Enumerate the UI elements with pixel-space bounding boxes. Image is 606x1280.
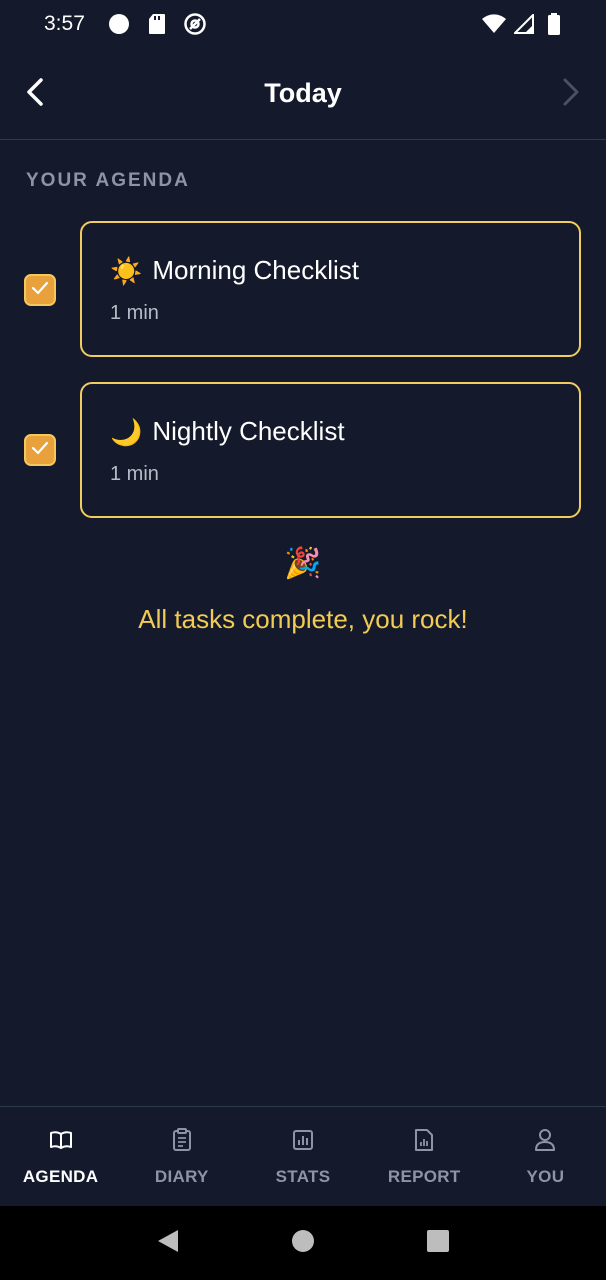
morning-checklist-card[interactable]: ☀️ Morning Checklist 1 min <box>80 221 581 357</box>
previous-day-button[interactable] <box>0 48 70 140</box>
nav-label: AGENDA <box>22 1167 99 1186</box>
nav-label: YOU <box>526 1167 565 1186</box>
app-header: Today <box>0 48 606 140</box>
nav-report[interactable]: REPORT <box>364 1107 485 1206</box>
card-duration: 1 min <box>110 463 159 485</box>
person-icon <box>532 1127 558 1153</box>
card-title: Morning Checklist <box>152 255 360 285</box>
checkmark-icon <box>31 281 49 300</box>
report-icon <box>411 1127 437 1153</box>
circle-icon <box>107 12 131 36</box>
screen: 3:57 Today YOUR AGENDA ☀️ Morning Checkl… <box>0 0 606 1280</box>
bar-chart-icon <box>290 1127 316 1153</box>
card-title-line: ☀️ Morning Checklist <box>110 255 579 286</box>
status-time: 3:57 <box>44 12 85 35</box>
system-home-button[interactable] <box>283 1223 323 1263</box>
nav-label: DIARY <box>154 1167 209 1186</box>
nav-stats[interactable]: STATS <box>242 1107 363 1206</box>
party-popper-icon: 🎉 <box>284 547 322 580</box>
book-icon <box>48 1127 74 1153</box>
signal-icon <box>512 12 536 36</box>
status-bar: 3:57 <box>0 0 606 48</box>
nav-you[interactable]: YOU <box>485 1107 606 1206</box>
chevron-left-icon <box>25 77 45 112</box>
page-title: Today <box>264 78 342 108</box>
square-recents-icon <box>426 1229 450 1258</box>
agenda-item-morning: ☀️ Morning Checklist 1 min <box>0 221 606 357</box>
status-left: 3:57 <box>44 12 207 36</box>
nav-label: STATS <box>275 1167 331 1186</box>
complete-message: All tasks complete, you rock! <box>138 604 468 634</box>
system-recents-button[interactable] <box>418 1223 458 1263</box>
section-label: YOUR AGENDA <box>26 170 190 191</box>
moon-icon: 🌙 <box>110 416 143 447</box>
morning-checkbox[interactable] <box>24 274 56 306</box>
next-day-button[interactable] <box>536 48 606 140</box>
battery-icon <box>542 12 566 36</box>
status-right <box>482 12 566 36</box>
at-sign-icon <box>183 12 207 36</box>
system-nav-bar <box>0 1206 606 1280</box>
bottom-nav: AGENDA DIARY STATS REPORT YOU <box>0 1106 606 1206</box>
circle-home-icon <box>291 1229 315 1258</box>
nightly-checklist-card[interactable]: 🌙 Nightly Checklist 1 min <box>80 382 581 518</box>
card-duration: 1 min <box>110 302 159 324</box>
sun-icon: ☀️ <box>110 255 143 286</box>
nav-label: REPORT <box>387 1167 461 1186</box>
checkmark-icon <box>31 441 49 460</box>
nav-diary[interactable]: DIARY <box>121 1107 242 1206</box>
card-title: Nightly Checklist <box>152 416 345 446</box>
chevron-right-icon <box>561 77 581 112</box>
card-title-line: 🌙 Nightly Checklist <box>110 416 579 447</box>
sd-card-icon <box>145 12 169 36</box>
nightly-checkbox[interactable] <box>24 434 56 466</box>
triangle-back-icon <box>156 1228 180 1259</box>
wifi-icon <box>482 12 506 36</box>
agenda-item-nightly: 🌙 Nightly Checklist 1 min <box>0 382 606 518</box>
system-back-button[interactable] <box>148 1223 188 1263</box>
nav-agenda[interactable]: AGENDA <box>0 1107 121 1206</box>
clipboard-icon <box>169 1127 195 1153</box>
